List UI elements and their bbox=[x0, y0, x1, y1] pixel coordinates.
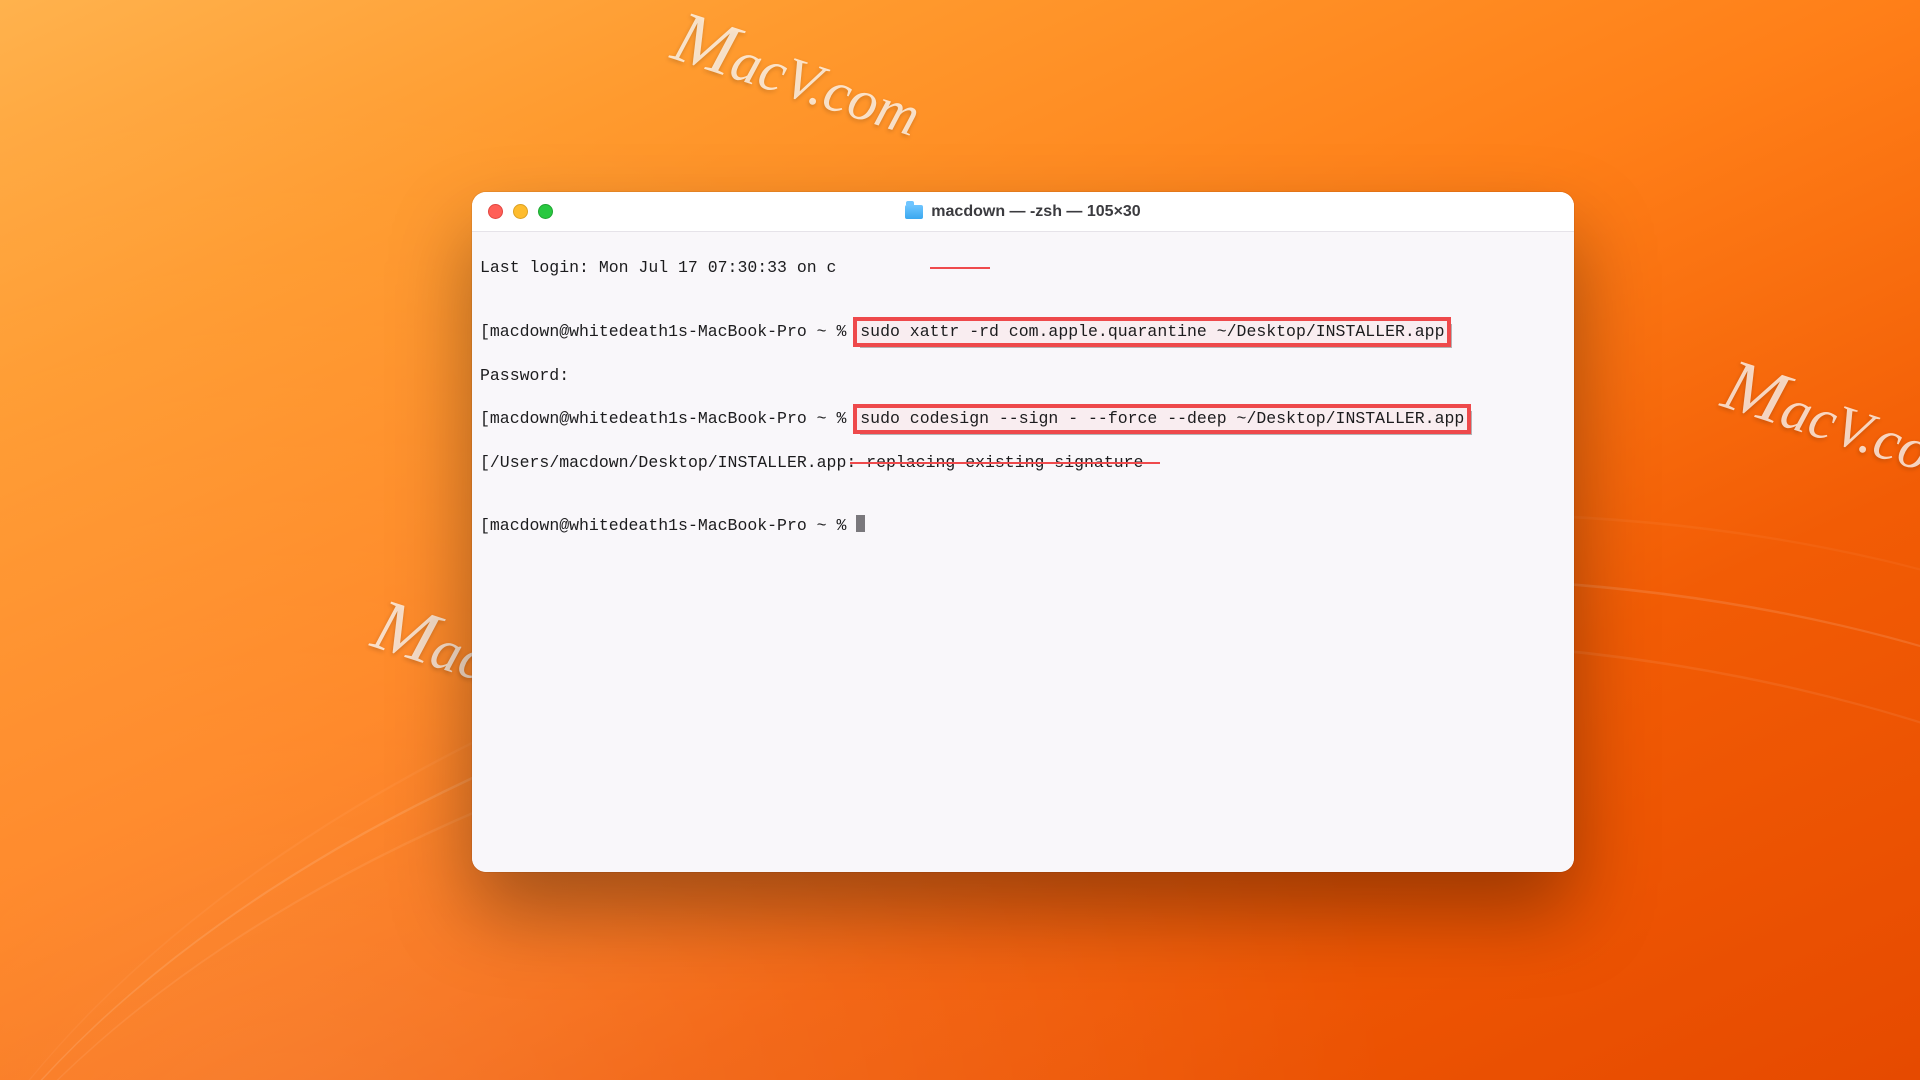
highlighted-command-2: sudo codesign --sign - --force --deep ~/… bbox=[856, 407, 1468, 431]
terminal-line: [macdown@whitedeath1s-MacBook-Pro ~ % su… bbox=[478, 407, 1568, 431]
titlebar[interactable]: macdown — -zsh — 105×30 bbox=[472, 192, 1574, 232]
terminal-line: [macdown@whitedeath1s-MacBook-Pro ~ % su… bbox=[478, 320, 1568, 344]
minimize-icon[interactable] bbox=[513, 204, 528, 219]
terminal-body[interactable]: Last login: Mon Jul 17 07:30:33 on c [ma… bbox=[472, 232, 1574, 872]
terminal-line: Password: bbox=[478, 365, 1568, 386]
zoom-icon[interactable] bbox=[538, 204, 553, 219]
terminal-line: [/Users/macdown/Desktop/INSTALLER.app: r… bbox=[478, 452, 1568, 494]
watermark-text: MacV.com bbox=[1713, 343, 1920, 503]
folder-icon bbox=[905, 205, 923, 219]
watermark-text: MacV.com bbox=[663, 0, 932, 154]
desktop-wallpaper: MacV.com MacV.com MacV.com macdown — -zs… bbox=[0, 0, 1920, 1080]
window-title: macdown — -zsh — 105×30 bbox=[931, 203, 1140, 221]
highlighted-command-1: sudo xattr -rd com.apple.quarantine ~/De… bbox=[856, 320, 1448, 344]
terminal-prompt-line[interactable]: [macdown@whitedeath1s-MacBook-Pro ~ % bbox=[478, 515, 1568, 536]
cursor-icon bbox=[856, 515, 865, 532]
traffic-lights bbox=[488, 204, 553, 219]
close-icon[interactable] bbox=[488, 204, 503, 219]
terminal-line: Last login: Mon Jul 17 07:30:33 on c bbox=[478, 257, 1568, 299]
terminal-window[interactable]: macdown — -zsh — 105×30 Last login: Mon … bbox=[472, 192, 1574, 872]
